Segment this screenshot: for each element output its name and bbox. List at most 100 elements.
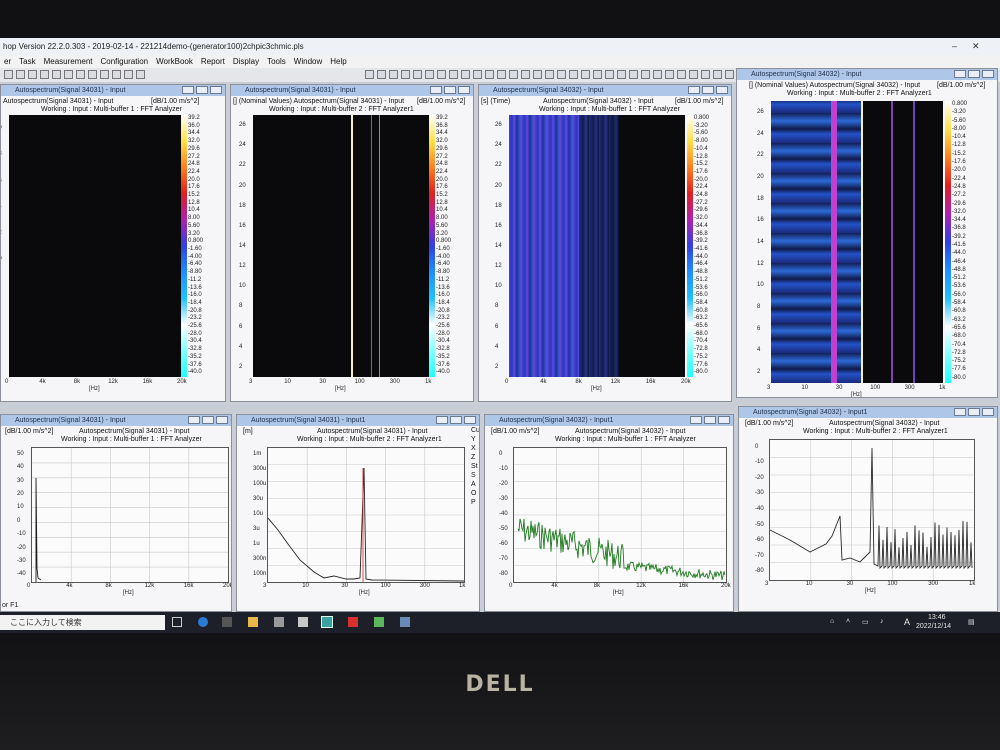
panel-titlebar[interactable]: Autospectrum(Signal 34031) - Input <box>231 85 473 96</box>
panel-minimize-button[interactable] <box>690 416 702 424</box>
menu-item-window[interactable]: Window <box>294 55 322 68</box>
panel-maximize-button[interactable] <box>202 416 214 424</box>
spectrum-plot[interactable] <box>267 447 465 583</box>
panel-close-button[interactable] <box>458 86 470 94</box>
panel-titlebar[interactable]: Autospectrum(Signal 34032) - Input <box>737 69 997 80</box>
toolbar-button[interactable] <box>413 70 422 79</box>
toolbar-button[interactable] <box>689 70 698 79</box>
panel-maximize-button[interactable] <box>968 70 980 78</box>
waterfall-panel-4[interactable]: Autospectrum(Signal 34032) - Input [] (N… <box>736 68 998 398</box>
panel-minimize-button[interactable] <box>430 86 442 94</box>
panel-minimize-button[interactable] <box>436 416 448 424</box>
toolbar-button[interactable] <box>40 70 49 79</box>
panel-close-button[interactable] <box>464 416 476 424</box>
taskbar-search-box[interactable]: ここに入力して検索 <box>0 615 165 630</box>
panel-titlebar[interactable]: Autospectrum(Signal 34031) - Input <box>1 85 225 96</box>
file-explorer-icon[interactable] <box>248 617 258 627</box>
waterfall-panel-2[interactable]: Autospectrum(Signal 34031) - Input [] (N… <box>230 84 474 402</box>
panel-titlebar[interactable]: Autospectrum(Signal 34031) - Input1 <box>237 415 479 426</box>
toolbar-button[interactable] <box>76 70 85 79</box>
menu-item-workbook[interactable]: WorkBook <box>156 55 193 68</box>
toolbar-button[interactable] <box>677 70 686 79</box>
toolbar-button[interactable] <box>136 70 145 79</box>
panel-maximize-button[interactable] <box>968 408 980 416</box>
panel-maximize-button[interactable] <box>704 416 716 424</box>
panel-close-button[interactable] <box>716 86 728 94</box>
toolbar-button[interactable] <box>617 70 626 79</box>
toolbar-button[interactable] <box>629 70 638 79</box>
panel-titlebar[interactable]: Autospectrum(Signal 34032) - Input <box>479 85 731 96</box>
network-icon[interactable]: ⌂ <box>830 618 834 625</box>
toolbar-button[interactable] <box>64 70 73 79</box>
spectrum-panel-3[interactable]: Autospectrum(Signal 34032) - Input1 [dB/… <box>484 414 734 612</box>
panel-titlebar[interactable]: Autospectrum(Signal 34031) - Input <box>1 415 231 426</box>
toolbar-button[interactable] <box>557 70 566 79</box>
spectrum-panel-4[interactable]: Autospectrum(Signal 34032) - Input1 [dB/… <box>738 406 998 612</box>
app-icon-red[interactable] <box>348 617 358 627</box>
toolbar-button[interactable] <box>485 70 494 79</box>
menu-item-report[interactable]: Report <box>201 55 225 68</box>
menu-item-task[interactable]: Task <box>19 55 35 68</box>
toolbar-button[interactable] <box>713 70 722 79</box>
panel-close-button[interactable] <box>718 416 730 424</box>
toolbar-button[interactable] <box>725 70 734 79</box>
clock-time[interactable]: 13:46 <box>928 614 946 621</box>
toolbar-button[interactable] <box>112 70 121 79</box>
panel-minimize-button[interactable] <box>188 416 200 424</box>
waterfall-plot[interactable] <box>253 115 429 377</box>
waterfall-panel-3[interactable]: Autospectrum(Signal 34032) - Input [s] (… <box>478 84 732 402</box>
toolbar-button[interactable] <box>653 70 662 79</box>
menu-item-display[interactable]: Display <box>233 55 259 68</box>
menu-item-tools[interactable]: Tools <box>267 55 286 68</box>
toolbar-button[interactable] <box>88 70 97 79</box>
toolbar-button[interactable] <box>28 70 37 79</box>
waterfall-plot[interactable] <box>771 101 943 383</box>
waterfall-plot[interactable] <box>9 115 181 377</box>
pulse-app-icon[interactable] <box>321 616 333 628</box>
toolbar-button[interactable] <box>605 70 614 79</box>
close-button[interactable]: ✕ <box>972 38 980 55</box>
toolbar-button[interactable] <box>389 70 398 79</box>
chevron-up-icon[interactable]: ˄ <box>846 618 850 625</box>
toolbar-button[interactable] <box>461 70 470 79</box>
battery-icon[interactable]: ▭ <box>862 618 869 626</box>
panel-minimize-button[interactable] <box>688 86 700 94</box>
ime-indicator[interactable]: A <box>904 617 910 627</box>
menu-item-help[interactable]: Help <box>330 55 346 68</box>
menu-item-er[interactable]: er <box>4 55 11 68</box>
toolbar-button[interactable] <box>545 70 554 79</box>
toolbar-button[interactable] <box>593 70 602 79</box>
toolbar-button[interactable] <box>4 70 13 79</box>
menu-item-configuration[interactable]: Configuration <box>101 55 149 68</box>
toolbar-button[interactable] <box>521 70 530 79</box>
spectrum-plot[interactable] <box>769 439 975 581</box>
panel-titlebar[interactable]: Autospectrum(Signal 34032) - Input1 <box>485 415 733 426</box>
toolbar-button[interactable] <box>449 70 458 79</box>
toolbar-button[interactable] <box>665 70 674 79</box>
toolbar-button[interactable] <box>641 70 650 79</box>
waterfall-plot[interactable] <box>509 115 685 377</box>
toolbar-button[interactable] <box>124 70 133 79</box>
toolbar-button[interactable] <box>569 70 578 79</box>
toolbar-button[interactable] <box>497 70 506 79</box>
toolbar-button[interactable] <box>52 70 61 79</box>
toolbar-button[interactable] <box>581 70 590 79</box>
notification-icon[interactable]: ▤ <box>968 618 975 626</box>
spectrum-plot[interactable] <box>513 447 727 583</box>
panel-minimize-button[interactable] <box>954 70 966 78</box>
toolbar-button[interactable] <box>473 70 482 79</box>
toolbar-button[interactable] <box>401 70 410 79</box>
mail-icon[interactable] <box>298 617 308 627</box>
toolbar-button[interactable] <box>509 70 518 79</box>
app-icon-blue[interactable] <box>400 617 410 627</box>
minimize-button[interactable]: – <box>952 38 957 55</box>
panel-minimize-button[interactable] <box>954 408 966 416</box>
spectrum-panel-2[interactable]: Autospectrum(Signal 34031) - Input1 [m] … <box>236 414 480 612</box>
panel-maximize-button[interactable] <box>444 86 456 94</box>
clock-date[interactable]: 2022/12/14 <box>916 623 951 630</box>
panel-minimize-button[interactable] <box>182 86 194 94</box>
app-icon[interactable] <box>222 617 232 627</box>
menu-item-measurement[interactable]: Measurement <box>44 55 93 68</box>
toolbar-button[interactable] <box>365 70 374 79</box>
waterfall-panel-1[interactable]: Autospectrum(Signal 34031) - Input Autos… <box>0 84 226 402</box>
